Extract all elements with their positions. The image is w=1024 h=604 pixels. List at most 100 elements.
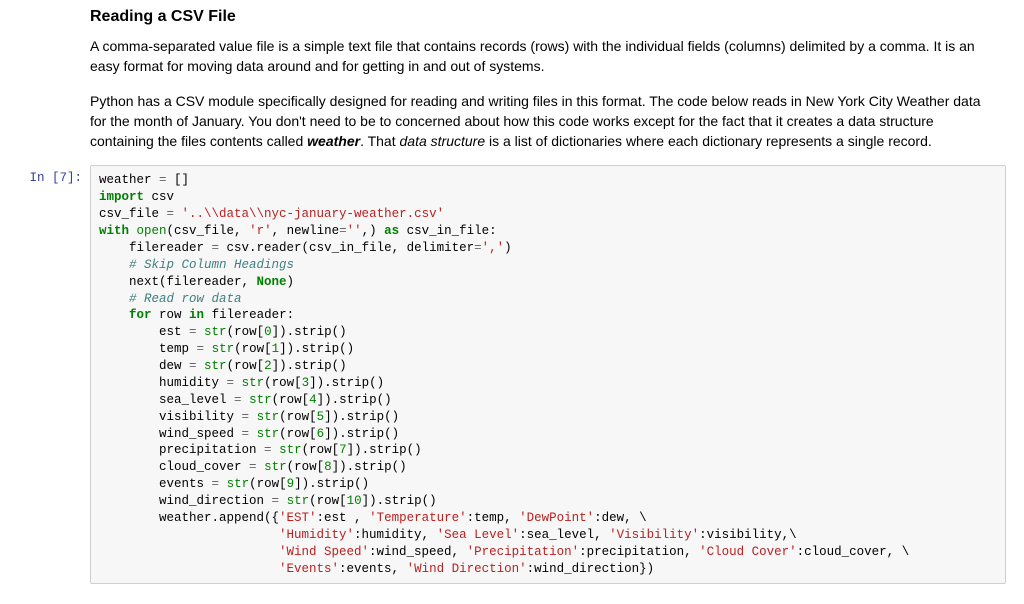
- tok: :humidity,: [354, 528, 437, 542]
- tok: str: [204, 359, 227, 373]
- tok: ]).strip(): [362, 494, 437, 508]
- tok: filereader: [99, 241, 212, 255]
- tok: (csv_file,: [167, 224, 250, 238]
- tok: =: [189, 359, 197, 373]
- tok: , newline: [272, 224, 340, 238]
- tok: =: [189, 325, 197, 339]
- tok: with: [99, 224, 129, 238]
- tok: dew: [99, 359, 189, 373]
- tok: (row[: [309, 494, 347, 508]
- tok: 4: [309, 393, 317, 407]
- tok: str: [242, 376, 265, 390]
- tok: :events,: [339, 562, 407, 576]
- tok: ): [287, 275, 295, 289]
- tok: visibility: [99, 410, 242, 424]
- tok: (row[: [249, 477, 287, 491]
- tok: =: [212, 477, 220, 491]
- tok: ]).strip(): [309, 376, 384, 390]
- tok: (row[: [227, 359, 265, 373]
- tok: ]).strip(): [272, 359, 347, 373]
- tok: [197, 325, 205, 339]
- tok: csv_file: [99, 207, 167, 221]
- tok: (row[: [264, 376, 302, 390]
- tok: (row[: [234, 342, 272, 356]
- tok: =: [474, 241, 482, 255]
- tok: str: [287, 494, 310, 508]
- tok: 7: [339, 443, 347, 457]
- tok: 'Humidity': [279, 528, 354, 542]
- tok: as: [384, 224, 399, 238]
- tok: [99, 545, 279, 559]
- input-prompt: In [7]:: [18, 165, 90, 185]
- tok: 'Wind Direction': [407, 562, 527, 576]
- tok: [234, 376, 242, 390]
- tok: 6: [317, 427, 325, 441]
- tok: 5: [317, 410, 325, 424]
- tok: =: [159, 173, 167, 187]
- section-heading: Reading a CSV File: [90, 8, 996, 26]
- tok: 'Precipitation': [467, 545, 580, 559]
- tok: =: [197, 342, 205, 356]
- tok: [272, 443, 280, 457]
- tok: ,): [362, 224, 385, 238]
- tok: =: [272, 494, 280, 508]
- tok: precipitation: [99, 443, 264, 457]
- tok: :precipitation,: [579, 545, 699, 559]
- tok: =: [227, 376, 235, 390]
- tok: 'Visibility': [609, 528, 699, 542]
- tok: :wind_direction}): [527, 562, 655, 576]
- tok: [257, 460, 265, 474]
- tok: sea_level: [99, 393, 234, 407]
- tok: [204, 342, 212, 356]
- tok: str: [227, 477, 250, 491]
- code-input-area[interactable]: weather = [] import csv csv_file = '..\\…: [90, 165, 1006, 584]
- tok: 'DewPoint': [519, 511, 594, 525]
- tok: ]).strip(): [347, 443, 422, 457]
- tok: # Read row data: [99, 292, 242, 306]
- tok: 10: [347, 494, 362, 508]
- para2-ds: data structure: [400, 133, 486, 149]
- tok: =: [242, 427, 250, 441]
- tok: (row[: [272, 393, 310, 407]
- tok: 'EST': [279, 511, 317, 525]
- tok: ]).strip(): [317, 393, 392, 407]
- tok: csv_in_file:: [399, 224, 497, 238]
- tok: humidity: [99, 376, 227, 390]
- tok: str: [212, 342, 235, 356]
- tok: csv: [144, 190, 174, 204]
- tok: (row[: [287, 460, 325, 474]
- tok: 'Temperature': [369, 511, 467, 525]
- tok: =: [242, 410, 250, 424]
- tok: wind_direction: [99, 494, 272, 508]
- tok: =: [249, 460, 257, 474]
- tok: (row[: [302, 443, 340, 457]
- para2-c: is a list of dictionaries where each dic…: [485, 133, 932, 149]
- tok: str: [264, 460, 287, 474]
- tok: ]).strip(): [272, 325, 347, 339]
- tok: =: [264, 443, 272, 457]
- tok: :cloud_cover, \: [797, 545, 910, 559]
- tok: ]).strip(): [294, 477, 369, 491]
- tok: :sea_level,: [519, 528, 609, 542]
- tok: 'Wind Speed': [279, 545, 369, 559]
- tok: import: [99, 190, 144, 204]
- tok: weather: [99, 173, 159, 187]
- tok: =: [234, 393, 242, 407]
- tok: for: [129, 308, 152, 322]
- para2-b: . That: [360, 133, 399, 149]
- tok: str: [279, 443, 302, 457]
- tok: [129, 224, 137, 238]
- tok: =: [212, 241, 220, 255]
- tok: filereader:: [204, 308, 294, 322]
- tok: :temp,: [467, 511, 520, 525]
- tok: str: [257, 410, 280, 424]
- tok: ]).strip(): [332, 460, 407, 474]
- tok: temp: [99, 342, 197, 356]
- tok: cloud_cover: [99, 460, 249, 474]
- tok: wind_speed: [99, 427, 242, 441]
- tok: [249, 410, 257, 424]
- tok: 9: [287, 477, 295, 491]
- tok: [242, 393, 250, 407]
- tok: '..\\data\\nyc-january-weather.csv': [174, 207, 444, 221]
- tok: 1: [272, 342, 280, 356]
